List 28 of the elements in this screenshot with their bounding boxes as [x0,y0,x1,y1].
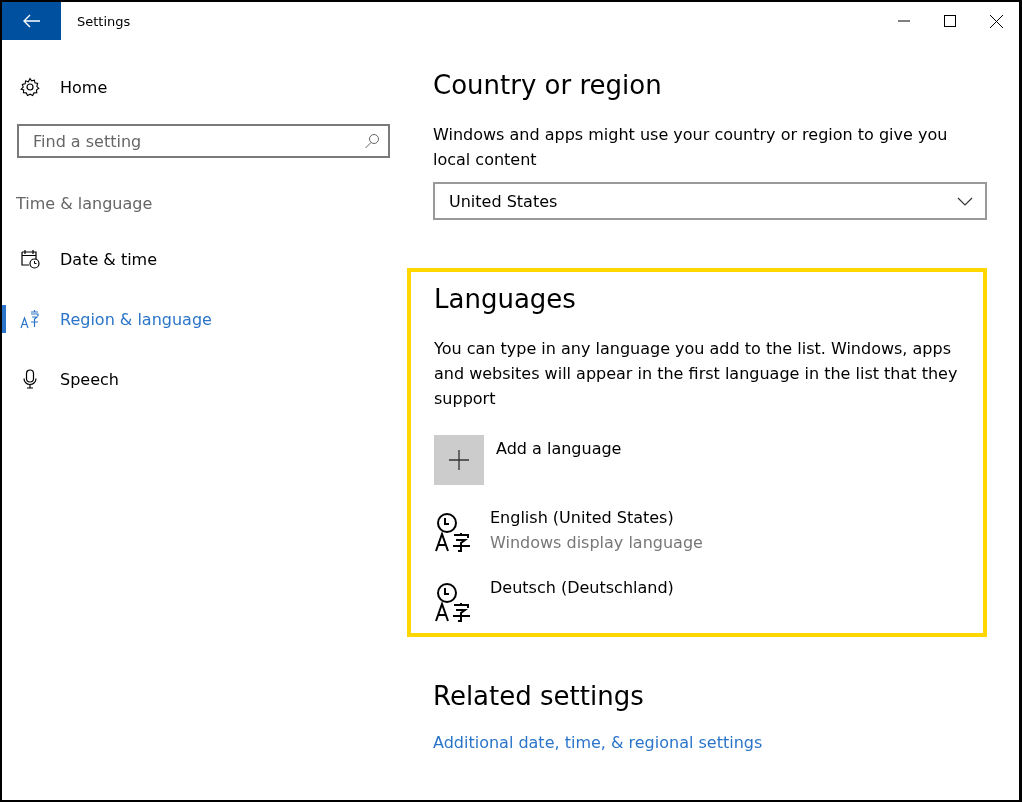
close-icon [989,14,1003,28]
description-text: You can type in any language you add to the list. Windows, apps and websites will appear in the first language in the list that they support [434,338,959,410]
description-text: Windows and apps might use your country or region to give you local content [433,124,949,171]
settings-link[interactable]: Additional date, time, & regional settings [433,733,763,752]
country-dropdown[interactable]: United States [433,182,987,220]
section-heading: Related settings [433,681,645,711]
maximize-icon [944,15,956,27]
back-button[interactable] [2,2,61,40]
chevron-down-icon [957,196,973,206]
search-icon [364,133,380,149]
back-arrow-icon [22,14,41,28]
add-language-label[interactable]: Add a language [496,439,622,458]
section-heading: Languages [434,284,577,314]
section-label: Time & language [15,193,154,215]
add-language-button[interactable] [434,435,484,485]
sidebar-item[interactable]: Region & language [2,289,406,349]
calendar-clock-icon [20,249,40,269]
language-icon [20,309,40,329]
settings-icon [20,77,40,97]
language-item[interactable]: Deutsch (Deutschland) [434,581,959,623]
sidebar-item[interactable]: Speech [2,349,406,409]
window-title: Settings [77,13,132,29]
language-item[interactable]: English (United States) Windows display language [434,511,959,555]
search-field[interactable]: Find a setting [17,124,390,158]
plus-icon [449,450,469,470]
home-link[interactable]: Home [60,77,108,97]
section-heading: Country or region [433,70,663,100]
sidebar-item[interactable]: Date & time [2,229,406,289]
